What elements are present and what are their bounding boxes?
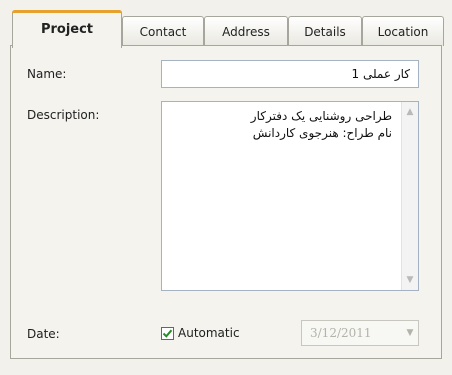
tab-contact-label: Contact: [139, 24, 187, 39]
automatic-checkbox[interactable]: [161, 326, 174, 340]
checkmark-icon: [162, 329, 173, 338]
date-picker[interactable]: 3/12/2011 ▼: [301, 320, 419, 346]
tab-details[interactable]: Details: [288, 16, 362, 46]
description-scrollbar[interactable]: ▲ ▼: [401, 102, 418, 290]
tab-strip: Project Contact Address Details Location: [12, 8, 452, 48]
tab-project[interactable]: Project: [12, 10, 122, 48]
description-text: طراحی روشنایی یک دفترکار نام طراح: هنرجو…: [250, 109, 392, 140]
tab-address-label: Address: [222, 24, 270, 39]
date-value: 3/12/2011: [310, 326, 372, 340]
tab-address[interactable]: Address: [204, 16, 288, 46]
scroll-down-arrow-icon[interactable]: ▼: [402, 272, 418, 288]
tab-details-label: Details: [304, 24, 346, 39]
automatic-label: Automatic: [178, 326, 240, 340]
project-dialog: Project Contact Address Details Location…: [0, 0, 452, 375]
project-tab-panel: Name: Description: طراحی روشنایی یک دفتر…: [10, 45, 442, 359]
automatic-checkbox-group[interactable]: Automatic: [161, 323, 240, 343]
name-label: Name:: [27, 67, 67, 81]
date-label: Date:: [27, 327, 60, 341]
tab-contact[interactable]: Contact: [122, 16, 204, 46]
tab-project-label: Project: [40, 22, 94, 37]
tab-location-label: Location: [377, 24, 429, 39]
chevron-down-icon[interactable]: ▼: [402, 321, 418, 345]
tab-location[interactable]: Location: [362, 16, 444, 46]
description-label: Description:: [27, 108, 100, 122]
description-textarea[interactable]: طراحی روشنایی یک دفترکار نام طراح: هنرجو…: [161, 101, 419, 291]
name-input[interactable]: [161, 60, 419, 88]
scroll-up-arrow-icon[interactable]: ▲: [402, 104, 418, 120]
